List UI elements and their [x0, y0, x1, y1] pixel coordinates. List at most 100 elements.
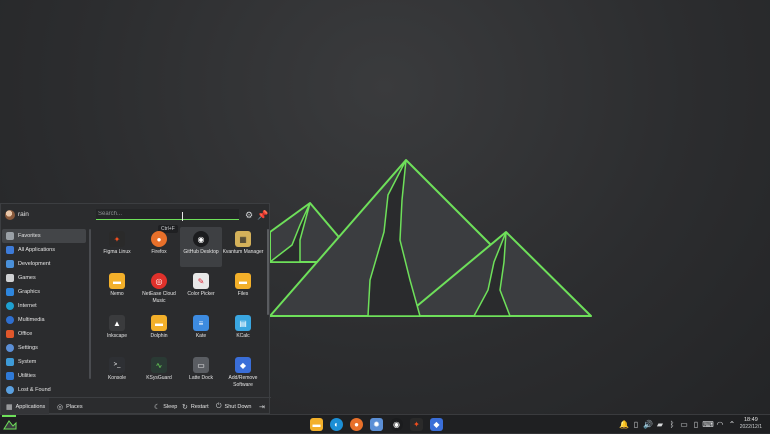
media-icon[interactable]: ▰	[655, 419, 665, 429]
restart-icon: ↻	[182, 403, 188, 411]
notification-bell-icon[interactable]: 🔔	[619, 419, 629, 429]
kvantum-icon: ▦	[235, 231, 251, 247]
search-box[interactable]	[96, 209, 243, 220]
sidebar-item-games[interactable]: Games	[2, 271, 86, 285]
sidebar-item-lost-and-found[interactable]: Lost & Found	[2, 383, 86, 397]
tab-applications[interactable]: ▦ Applications	[6, 402, 45, 411]
kate-icon: ≡	[193, 315, 209, 331]
graphics-icon	[6, 288, 14, 296]
tab-label: Places	[66, 403, 83, 410]
logout-icon: ⇥	[259, 403, 265, 411]
app-dolphin[interactable]: ▬ Dolphin	[138, 311, 180, 351]
app-netease-cloud-music[interactable]: ◎ NetEase Cloud Music	[138, 269, 180, 309]
display-icon[interactable]: ▭	[679, 419, 689, 429]
configure-icon[interactable]: ⚙	[244, 210, 254, 220]
app-inkscape[interactable]: ▲ Inkscape	[96, 311, 138, 351]
color-picker-icon: ✎	[193, 273, 209, 289]
app-label: Firefox	[151, 249, 167, 255]
app-label: Color Picker	[187, 291, 215, 297]
figma-icon: ✦	[413, 420, 420, 429]
discover-icon: ◆	[235, 357, 251, 373]
button-label: Sleep	[163, 403, 178, 410]
taskbar-discover[interactable]: ◆	[430, 418, 443, 431]
app-konsole[interactable]: >_ Konsole	[96, 353, 138, 393]
app-label: Latte Dock	[189, 375, 213, 381]
utilities-icon	[6, 372, 14, 380]
logout-button[interactable]: ⇥	[259, 402, 268, 411]
app-ksysguard[interactable]: ∿ KSysGuard	[138, 353, 180, 393]
firefox-icon: ●	[151, 231, 167, 247]
sidebar-item-utilities[interactable]: Utilities	[2, 369, 86, 383]
ksysguard-icon: ∿	[151, 357, 167, 373]
taskbar-edge[interactable]: ◐	[330, 418, 343, 431]
taskbar-files[interactable]: ▬	[310, 418, 323, 431]
app-label: NetEase Cloud Music	[142, 291, 176, 304]
sidebar-item-all-applications[interactable]: All Applications	[2, 243, 86, 257]
taskbar-github[interactable]: ◉	[390, 418, 403, 431]
app-github-desktop[interactable]: ◉ GitHub Desktop	[180, 227, 222, 267]
sidebar-item-system[interactable]: System	[2, 355, 86, 369]
figma-icon: ✦	[109, 231, 125, 247]
konsole-icon: >_	[109, 357, 125, 373]
inkscape-icon: ▲	[109, 315, 125, 331]
wifi-icon[interactable]: ◠	[715, 419, 725, 429]
sidebar-item-settings[interactable]: Settings	[2, 341, 86, 355]
sidebar-item-office[interactable]: Office	[2, 327, 86, 341]
app-latte-dock[interactable]: ▭ Latte Dock	[180, 353, 222, 393]
sidebar-item-label: Favorites	[18, 233, 41, 239]
office-icon	[6, 330, 14, 338]
app-label: Kvantum Manager	[222, 249, 264, 255]
app-nemo[interactable]: ▬ Nemo	[96, 269, 138, 309]
sidebar-item-multimedia[interactable]: Multimedia	[2, 313, 86, 327]
taskbar-firefox[interactable]: ●	[350, 418, 363, 431]
sidebar-item-development[interactable]: Development	[2, 257, 86, 271]
taskbar-figma[interactable]: ✦	[410, 418, 423, 431]
dolphin-folder-icon: ▬	[151, 315, 167, 331]
app-kate[interactable]: ≡ Kate	[180, 311, 222, 351]
clock-date: 2022/12/1	[739, 424, 762, 430]
restart-button[interactable]: ↻ Restart	[182, 402, 209, 411]
launcher-header: rain Ctrl+F ⚙ 📌	[1, 204, 271, 233]
sidebar-item-internet[interactable]: Internet	[2, 299, 86, 313]
edge-icon: ◐	[334, 420, 339, 429]
launcher-button[interactable]	[2, 416, 18, 432]
sidebar-item-graphics[interactable]: Graphics	[2, 285, 86, 299]
app-color-picker[interactable]: ✎ Color Picker	[180, 269, 222, 309]
app-figma-linux[interactable]: ✦ Figma Linux	[96, 227, 138, 267]
bluetooth-icon[interactable]: ᛒ	[667, 419, 677, 429]
sidebar-item-label: Internet	[18, 303, 37, 309]
chevron-up-icon[interactable]: ⌃	[727, 419, 737, 429]
mountain-logo-icon	[3, 420, 17, 430]
avatar[interactable]	[5, 210, 15, 220]
sidebar-item-label: All Applications	[18, 247, 55, 253]
app-add-remove-software[interactable]: ◆ Add/Remove Software	[222, 353, 264, 393]
sleep-button[interactable]: ☾ Sleep	[154, 402, 177, 411]
app-label: Konsole	[107, 375, 127, 381]
latte-dock-icon: ▭	[193, 357, 209, 373]
shutdown-button[interactable]: ⏻ Shut Down	[216, 402, 251, 411]
multimedia-icon	[6, 316, 14, 324]
taskbar-settings[interactable]: ✹	[370, 418, 383, 431]
sidebar-item-favorites[interactable]: Favorites	[2, 229, 86, 243]
app-kvantum-manager[interactable]: ▦ Kvantum Manager	[222, 227, 264, 267]
app-files[interactable]: ▬ Files	[222, 269, 264, 309]
tab-places[interactable]: ◎ Places	[57, 402, 83, 411]
volume-icon[interactable]: 🔊	[643, 419, 653, 429]
sidebar-scrollbar[interactable]	[89, 229, 91, 379]
app-label: GitHub Desktop	[183, 249, 219, 255]
compass-icon: ◎	[57, 403, 64, 411]
pin-icon[interactable]: 📌	[257, 210, 268, 220]
search-input[interactable]	[96, 209, 243, 219]
netease-music-icon: ◎	[151, 273, 167, 289]
app-firefox[interactable]: ● Firefox	[138, 227, 180, 267]
phone-icon[interactable]: ▯	[691, 419, 701, 429]
clock[interactable]: 18:49 2022/12/1	[740, 417, 762, 431]
app-label: Kate	[195, 333, 207, 339]
app-label: Files	[237, 291, 249, 297]
grid-scrollbar[interactable]	[267, 229, 269, 315]
keyboard-icon[interactable]: ⌨	[702, 419, 714, 429]
app-label: KCalc	[236, 333, 250, 339]
app-kcalc[interactable]: ▤ KCalc	[222, 311, 264, 351]
github-icon: ◉	[393, 420, 400, 429]
clipboard-icon[interactable]: ▯	[631, 419, 641, 429]
